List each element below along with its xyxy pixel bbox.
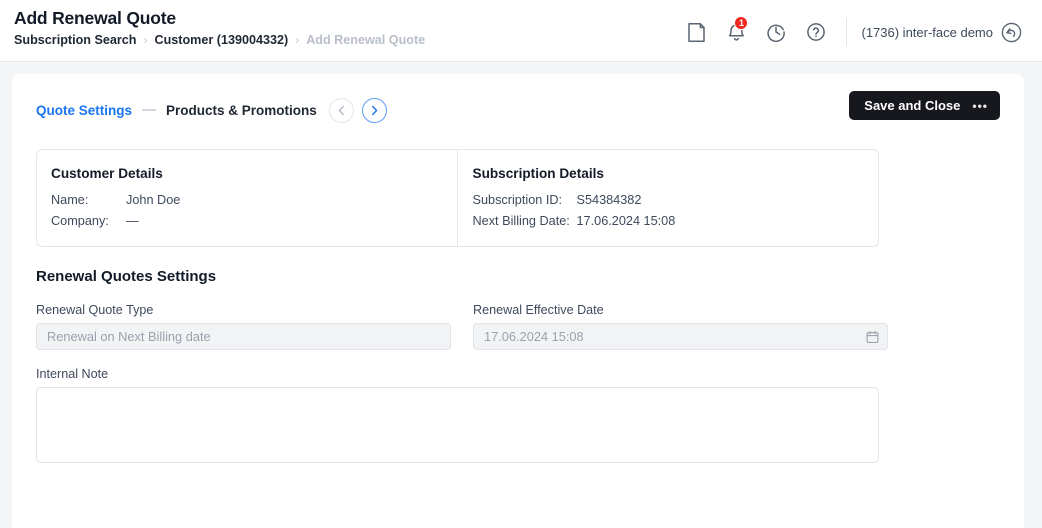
prev-step-button — [328, 97, 354, 123]
notification-badge: 1 — [734, 16, 749, 30]
tab-products-promotions[interactable]: Products & Promotions — [166, 103, 317, 118]
next-billing-date-value: 17.06.2024 15:08 — [576, 214, 676, 228]
breadcrumb-separator-icon: › — [143, 33, 148, 47]
note-icon[interactable] — [676, 15, 716, 49]
save-and-close-button[interactable]: Save and Close ••• — [849, 91, 1000, 120]
bell-icon[interactable]: 1 — [716, 15, 756, 49]
customer-details-panel: Customer Details Name: John Doe Company:… — [37, 150, 457, 246]
save-button-label: Save and Close — [864, 98, 961, 113]
customer-name-value: John Doe — [126, 193, 181, 207]
wizard-steps: Quote Settings Products & Promotions — [36, 103, 317, 118]
subscription-id-value: S54384382 — [576, 193, 642, 207]
user-menu[interactable]: (1736) inter-face demo — [861, 22, 1024, 43]
renewal-effective-date-label: Renewal Effective Date — [473, 303, 604, 317]
page-title: Add Renewal Quote — [14, 8, 176, 28]
content-card: Quote Settings Products & Promotions Sav… — [12, 74, 1024, 528]
subscription-details-panel: Subscription Details Subscription ID: S5… — [456, 150, 879, 246]
breadcrumb-separator-icon: › — [295, 33, 300, 47]
settings-fields: Renewal Quote Type Renewal Effective Dat… — [36, 303, 1000, 350]
detail-row: Company: — — [51, 211, 457, 232]
header-title-block: Add Renewal Quote Subscription Search › … — [12, 7, 676, 49]
detail-row: Next Billing Date: 17.06.2024 15:08 — [473, 211, 879, 232]
customer-company-value: — — [126, 214, 139, 228]
next-step-button[interactable] — [361, 97, 387, 123]
save-more-options-icon[interactable]: ••• — [972, 100, 988, 112]
step-connector — [142, 109, 157, 111]
tab-quote-settings[interactable]: Quote Settings — [36, 103, 132, 118]
breadcrumb-item-customer[interactable]: Customer (139004332) — [154, 31, 288, 49]
customer-details-heading: Customer Details — [51, 166, 163, 181]
renewal-effective-date-input-wrap — [473, 323, 888, 350]
page-background: Quote Settings Products & Promotions Sav… — [0, 62, 1042, 528]
back-arrow-circle-icon[interactable] — [1001, 22, 1022, 43]
renewal-quote-type-field: Renewal Quote Type — [36, 303, 451, 350]
customer-name-label: Name: — [51, 193, 89, 207]
subscription-details-heading: Subscription Details — [472, 166, 604, 181]
help-circle-icon[interactable] — [796, 15, 836, 49]
detail-row: Name: John Doe — [51, 190, 457, 211]
user-label: (1736) inter-face demo — [861, 24, 993, 40]
renewal-effective-date-field: Renewal Effective Date — [473, 303, 888, 350]
renewal-quote-type-input-wrap — [36, 323, 451, 350]
subscription-id-label: Subscription ID: — [472, 193, 563, 207]
internal-note-label: Internal Note — [36, 367, 109, 381]
internal-note-field: Internal Note — [36, 367, 879, 468]
breadcrumb-item-current: Add Renewal Quote — [306, 33, 426, 47]
internal-note-textarea[interactable] — [36, 387, 879, 463]
details-panel: Customer Details Name: John Doe Company:… — [36, 149, 879, 247]
breadcrumb: Subscription Search › Customer (13900433… — [14, 31, 676, 49]
customer-company-label: Company: — [51, 214, 109, 228]
top-header-bar: Add Renewal Quote Subscription Search › … — [0, 0, 1042, 62]
renewal-quote-type-input[interactable] — [36, 323, 451, 350]
calendar-icon[interactable] — [866, 330, 879, 343]
detail-row: Subscription ID: S54384382 — [473, 190, 879, 211]
section-title: Renewal Quotes Settings — [36, 268, 217, 285]
next-billing-date-label: Next Billing Date: — [472, 214, 570, 228]
breadcrumb-item-subscription-search[interactable]: Subscription Search — [14, 31, 136, 49]
history-clock-icon[interactable] — [756, 15, 796, 49]
renewal-quote-type-label: Renewal Quote Type — [36, 303, 154, 317]
header-divider — [846, 18, 848, 46]
wizard-nav-buttons — [328, 97, 387, 123]
renewal-effective-date-input[interactable] — [473, 323, 888, 350]
header-actions: 1 (1736) inter-face demo — [676, 7, 1024, 51]
